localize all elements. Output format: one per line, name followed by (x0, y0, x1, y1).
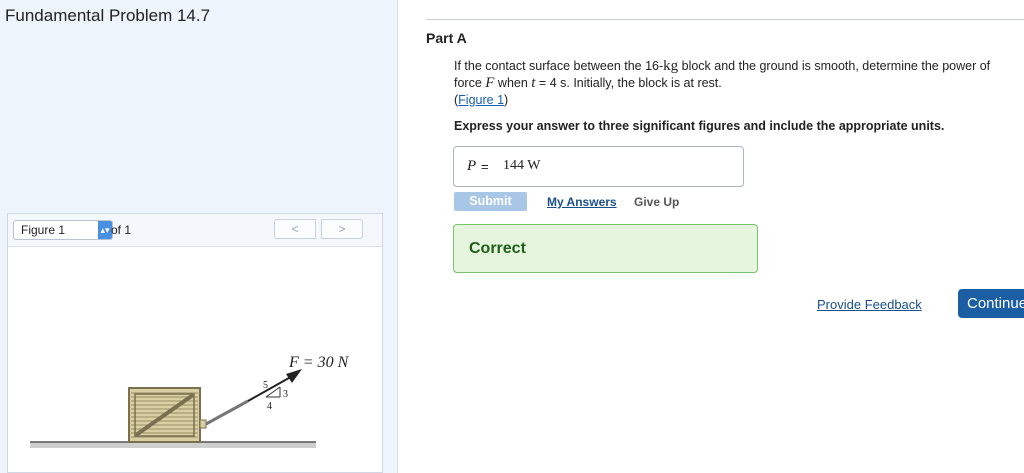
answer-value[interactable]: 144 W (503, 158, 540, 174)
result-text: Correct (469, 240, 526, 257)
previous-figure-button[interactable]: < (274, 219, 316, 239)
answer-equals: = (481, 159, 489, 174)
figure-count: of 1 (111, 223, 132, 237)
question-line1-b: block and the ground is smooth, determin… (678, 59, 991, 73)
continue-button[interactable]: Continue (958, 289, 1024, 318)
chevron-right-icon: > (338, 222, 346, 236)
crate-handle (199, 419, 207, 429)
rope (205, 399, 249, 426)
question-line2-b: when (494, 76, 532, 90)
question-text: If the contact surface between the 16-kg… (454, 58, 1024, 109)
slope-hyp-label: 5 (263, 380, 268, 391)
my-answers-link[interactable]: My Answers (547, 195, 617, 209)
give-up-button[interactable]: Give Up (634, 195, 679, 209)
figure-image: 5 3 4 F = 30 N (30, 354, 350, 448)
question-line2-c: = 4 s. Initially, the block is at rest. (535, 76, 722, 90)
force-arrowhead (286, 369, 302, 383)
unit-kg: kg (663, 58, 679, 74)
left-pane: Fundamental Problem 14.7 Figure 1 ▴▾ of … (0, 0, 398, 473)
result-banner: Correct (453, 224, 758, 273)
figure-select[interactable]: Figure 1 ▴▾ (13, 220, 113, 240)
answer-variable: P (467, 158, 477, 174)
updown-chevron-icon: ▴▾ (98, 221, 112, 239)
provide-feedback-link[interactable]: Provide Feedback (817, 297, 922, 312)
chevron-left-icon: < (291, 222, 299, 236)
slope-run-label: 4 (267, 401, 272, 412)
question-line1-a: If the contact surface between the 16- (454, 59, 664, 73)
figure-toolbar: Figure 1 ▴▾ of 1 < > (8, 214, 382, 247)
figure-link-close: ) (504, 93, 509, 107)
force-label: F = 30 N (288, 354, 350, 371)
figure-panel: Figure 1 ▴▾ of 1 < > 5 3 4 F = 30 N (7, 213, 383, 473)
submit-button[interactable]: Submit (454, 192, 527, 211)
answer-field[interactable]: P = 144 W (453, 146, 744, 187)
question-line2-a: force (454, 76, 486, 90)
answer-instruction: Express your answer to three significant… (454, 119, 945, 133)
figure-1-link[interactable]: Figure 1 (458, 93, 504, 107)
figure-select-value: Figure 1 (21, 223, 66, 237)
part-label: Part A (426, 30, 467, 46)
part-divider (426, 19, 1024, 20)
problem-title: Fundamental Problem 14.7 (5, 6, 211, 25)
next-figure-button[interactable]: > (321, 219, 363, 239)
crate (128, 387, 201, 443)
slope-rise-label: 3 (283, 389, 288, 400)
